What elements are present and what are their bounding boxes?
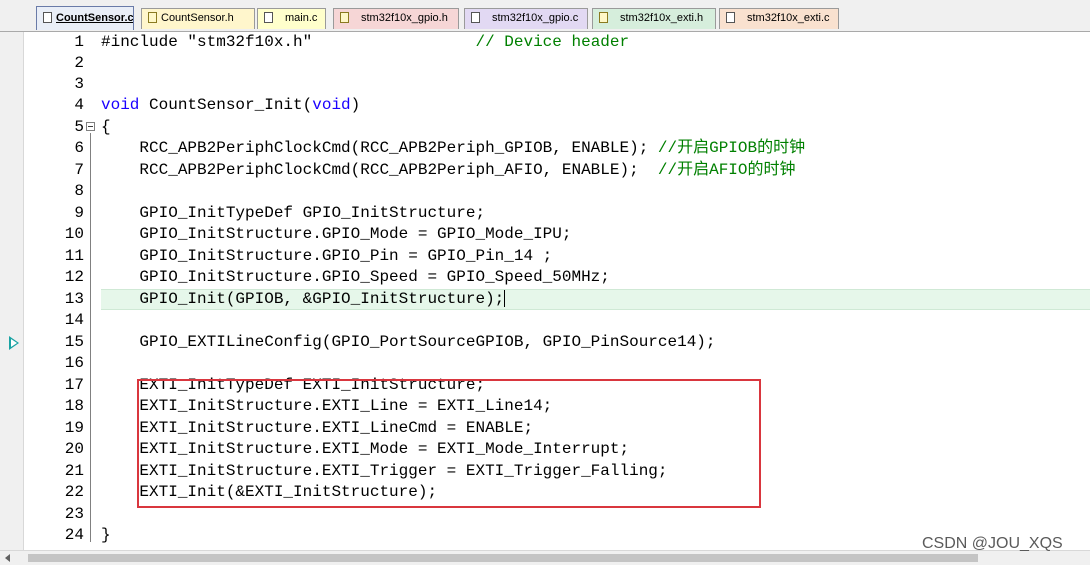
c-file-icon [726, 12, 735, 23]
text-cursor [504, 290, 506, 308]
code-line: 9 GPIO_InitTypeDef GPIO_InitStructure; [0, 203, 1090, 224]
tab-stm32f10x-gpio-c[interactable]: stm32f10x_gpio.c [464, 8, 588, 29]
code-line: 2 [0, 53, 1090, 74]
line-number: 3 [74, 75, 84, 93]
line-number: 20 [64, 440, 84, 458]
tab-label: CountSensor.h [161, 12, 234, 24]
tab-label: CountSensor.c [56, 12, 134, 24]
fold-region-line [90, 133, 91, 542]
line-number: 23 [64, 505, 84, 523]
code-line: 3 [0, 74, 1090, 95]
tab-label: stm32f10x_exti.h [620, 12, 704, 24]
code-text: } [101, 526, 111, 544]
tab-label: main.c [285, 12, 318, 24]
tab-label: stm32f10x_gpio.h [361, 12, 448, 24]
code-line: 4 void CountSensor_Init(void) [0, 95, 1090, 116]
tab-countsensor-h[interactable]: CountSensor.h [141, 8, 255, 29]
line-number: 15 [64, 333, 84, 351]
line-number: 18 [64, 397, 84, 415]
line-number: 2 [74, 54, 84, 72]
tab-label: stm32f10x_exti.c [747, 12, 830, 24]
code-text: GPIO_InitStructure.GPIO_Mode = GPIO_Mode… [101, 225, 572, 243]
scrollbar-thumb[interactable] [28, 554, 978, 562]
c-file-icon [43, 12, 52, 23]
code-line: 14 [0, 310, 1090, 331]
annotation-highlight-box [137, 379, 761, 508]
code-text: RCC_APB2PeriphClockCmd(RCC_APB2Periph_GP… [101, 139, 806, 157]
code-text: RCC_APB2PeriphClockCmd(RCC_APB2Periph_AF… [101, 161, 796, 179]
code-line: 12 GPIO_InitStructure.GPIO_Speed = GPIO_… [0, 267, 1090, 288]
code-line: 15 GPIO_EXTILineConfig(GPIO_PortSourceGP… [0, 332, 1090, 353]
tab-countsensor-c[interactable]: CountSensor.c [36, 6, 134, 30]
code-text: #include "stm32f10x.h" // Device header [101, 33, 630, 51]
line-number: 11 [64, 247, 84, 265]
code-line: 7 RCC_APB2PeriphClockCmd(RCC_APB2Periph_… [0, 160, 1090, 181]
scroll-left-icon[interactable] [5, 554, 10, 562]
line-number: 6 [74, 139, 84, 157]
line-number: 7 [74, 161, 84, 179]
code-text: GPIO_InitStructure.GPIO_Speed = GPIO_Spe… [101, 268, 610, 286]
line-number: 19 [64, 419, 84, 437]
tab-stm32f10x-exti-h[interactable]: stm32f10x_exti.h [592, 8, 716, 29]
c-file-icon [471, 12, 480, 23]
code-text: GPIO_EXTILineConfig(GPIO_PortSourceGPIOB… [101, 333, 716, 351]
line-number: 14 [64, 311, 84, 329]
line-number: 13 [64, 290, 84, 308]
line-number: 22 [64, 483, 84, 501]
tab-main-c[interactable]: main.c [257, 8, 326, 29]
line-number: 24 [64, 526, 84, 544]
tab-label: stm32f10x_gpio.c [492, 12, 579, 24]
line-number: 4 [74, 96, 84, 114]
h-file-icon [148, 12, 157, 23]
code-line: 6 RCC_APB2PeriphClockCmd(RCC_APB2Periph_… [0, 138, 1090, 159]
tab-stm32f10x-exti-c[interactable]: stm32f10x_exti.c [719, 8, 839, 29]
code-line: 16 [0, 353, 1090, 374]
line-number: 5 [74, 118, 84, 136]
code-text: GPIO_InitTypeDef GPIO_InitStructure; [101, 204, 486, 222]
code-line: 10 GPIO_InitStructure.GPIO_Mode = GPIO_M… [0, 224, 1090, 245]
line-number: 8 [74, 182, 84, 200]
line-number: 10 [64, 225, 84, 243]
code-text: void CountSensor_Init(void) [101, 96, 361, 114]
code-line: 5 { [0, 117, 1090, 138]
code-line: 8 [0, 181, 1090, 202]
h-file-icon [599, 12, 608, 23]
line-number: 12 [64, 268, 84, 286]
c-file-icon [264, 12, 273, 23]
line-number: 16 [64, 354, 84, 372]
code-line: 11 GPIO_InitStructure.GPIO_Pin = GPIO_Pi… [0, 246, 1090, 267]
code-text: GPIO_InitStructure.GPIO_Pin = GPIO_Pin_1… [101, 247, 553, 265]
line-number: 9 [74, 204, 84, 222]
code-line: 1 #include "stm32f10x.h" // Device heade… [0, 32, 1090, 53]
line-number: 17 [64, 376, 84, 394]
code-text: GPIO_Init(GPIOB, &GPIO_InitStructure); [101, 289, 506, 310]
watermark: CSDN @JOU_XQS [922, 535, 1063, 552]
h-file-icon [340, 12, 349, 23]
tab-stm32f10x-gpio-h[interactable]: stm32f10x_gpio.h [333, 8, 459, 29]
execution-arrow-icon [9, 336, 19, 350]
line-number: 21 [64, 462, 84, 480]
code-text-content: GPIO_Init(GPIOB, &GPIO_InitStructure); [101, 290, 505, 308]
line-number: 1 [74, 33, 84, 51]
fold-toggle-icon[interactable] [86, 122, 95, 131]
file-tab-bar: CountSensor.c CountSensor.h main.c stm32… [0, 0, 1090, 32]
code-line-current: 13 GPIO_Init(GPIOB, &GPIO_InitStructure)… [0, 289, 1090, 310]
code-text: { [101, 118, 111, 136]
